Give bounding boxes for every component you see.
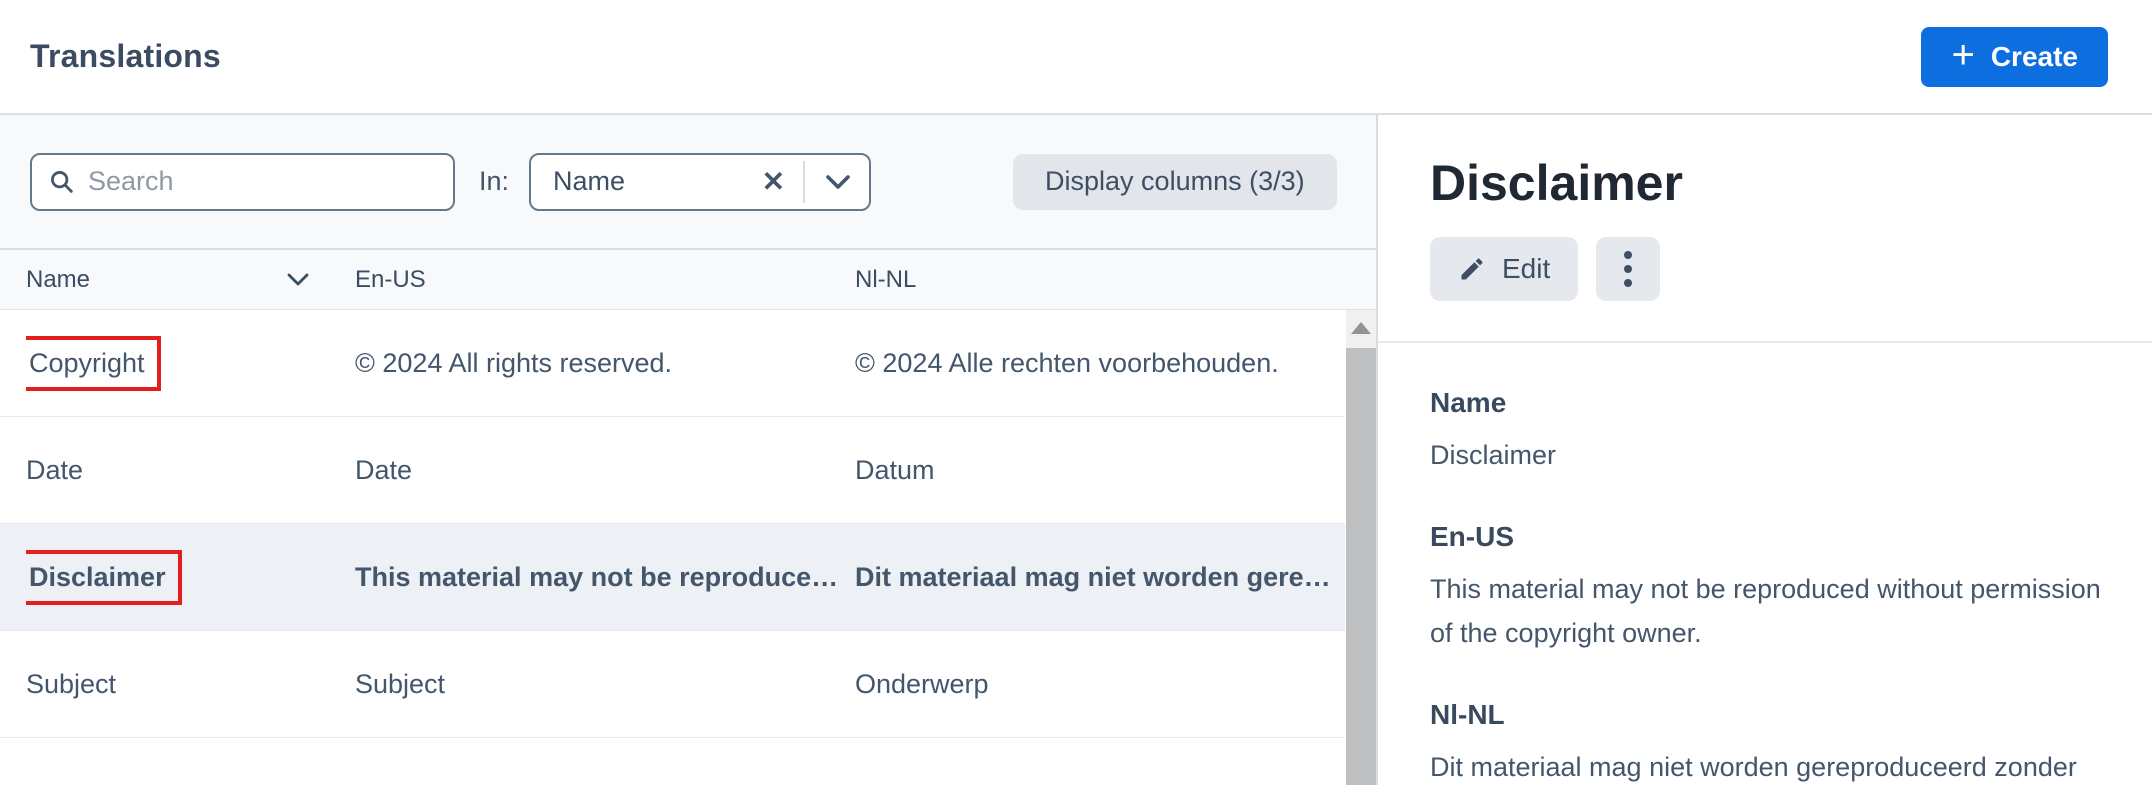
search-field-value: Name bbox=[553, 166, 626, 196]
table-body: Copyright © 2024 All rights reserved. © … bbox=[0, 310, 1345, 738]
plus-icon: + bbox=[1951, 32, 1975, 77]
field-nl-nl: Nl-NL Dit materiaal mag niet worden gere… bbox=[1430, 699, 2102, 787]
field-value: Dit materiaal mag niet worden gereproduc… bbox=[1430, 752, 2077, 782]
kebab-icon bbox=[1623, 249, 1633, 289]
edit-button[interactable]: Edit bbox=[1430, 237, 1579, 301]
translations-list-panel: In: Name ✕ Display columns (3/3) bbox=[0, 115, 1378, 785]
detail-title: Disclaimer bbox=[1430, 155, 1683, 211]
table-row-date[interactable]: Date Date Datum bbox=[0, 417, 1345, 524]
annotation-box: Copyright bbox=[26, 335, 161, 391]
select-divider bbox=[803, 160, 806, 203]
sort-chevron-icon bbox=[287, 273, 309, 287]
chevron-down-icon[interactable] bbox=[813, 174, 863, 190]
detail-divider bbox=[1378, 341, 2152, 343]
clear-field-icon[interactable]: ✕ bbox=[752, 165, 795, 198]
search-box[interactable] bbox=[30, 152, 455, 211]
translations-table: Name En-US Nl-NL Copyright © 2024 All ri… bbox=[0, 248, 1376, 738]
field-label: Name bbox=[1430, 387, 1507, 418]
field-name: Name Disclaimer bbox=[1430, 387, 2102, 477]
detail-actions: Edit bbox=[1430, 237, 2102, 301]
create-button-label: Create bbox=[1990, 40, 2078, 72]
triangle-up-icon bbox=[1351, 322, 1371, 334]
main-content: In: Name ✕ Display columns (3/3) bbox=[0, 115, 2152, 785]
table-row-disclaimer[interactable]: Disclaimer This material may not be repr… bbox=[0, 524, 1345, 631]
field-label: En-US bbox=[1430, 521, 1514, 552]
annotation-box: Disclaimer bbox=[26, 549, 182, 605]
search-icon bbox=[48, 168, 76, 196]
search-input[interactable] bbox=[88, 166, 437, 197]
field-value: Disclaimer bbox=[1430, 440, 1557, 470]
column-header-name[interactable]: Name bbox=[26, 266, 355, 294]
field-en-us: En-US This material may not be reproduce… bbox=[1430, 521, 2102, 655]
detail-panel: Disclaimer Edit Name Disclaimer En-US Th… bbox=[1378, 115, 2152, 785]
table-row-copyright[interactable]: Copyright © 2024 All rights reserved. © … bbox=[0, 310, 1345, 417]
more-actions-button[interactable] bbox=[1596, 237, 1661, 301]
translations-page: Translations + Create In: bbox=[0, 0, 2152, 787]
column-header-nl-nl[interactable]: Nl-NL bbox=[855, 266, 1376, 294]
column-header-en-us[interactable]: En-US bbox=[355, 266, 855, 294]
edit-button-label: Edit bbox=[1502, 253, 1551, 284]
filter-bar: In: Name ✕ Display columns (3/3) bbox=[0, 115, 1376, 248]
scrollbar-thumb[interactable] bbox=[1346, 348, 1376, 785]
table-row-subject[interactable]: Subject Subject Onderwerp bbox=[0, 631, 1345, 738]
pencil-icon bbox=[1458, 255, 1486, 283]
create-button[interactable]: + Create bbox=[1921, 26, 2108, 87]
vertical-scrollbar[interactable] bbox=[1346, 310, 1376, 785]
table-header-row: Name En-US Nl-NL bbox=[0, 248, 1376, 310]
scroll-up-button[interactable] bbox=[1346, 310, 1376, 346]
search-field-select[interactable]: Name ✕ bbox=[529, 152, 872, 211]
page-header: Translations + Create bbox=[0, 0, 2152, 115]
field-label: Nl-NL bbox=[1430, 699, 1505, 730]
search-in-label: In: bbox=[479, 166, 510, 196]
page-title: Translations bbox=[30, 38, 221, 74]
field-value: This material may not be reproduced with… bbox=[1430, 574, 2101, 648]
display-columns-button[interactable]: Display columns (3/3) bbox=[1013, 153, 1337, 210]
detail-fields: Name Disclaimer En-US This material may … bbox=[1430, 387, 2102, 787]
